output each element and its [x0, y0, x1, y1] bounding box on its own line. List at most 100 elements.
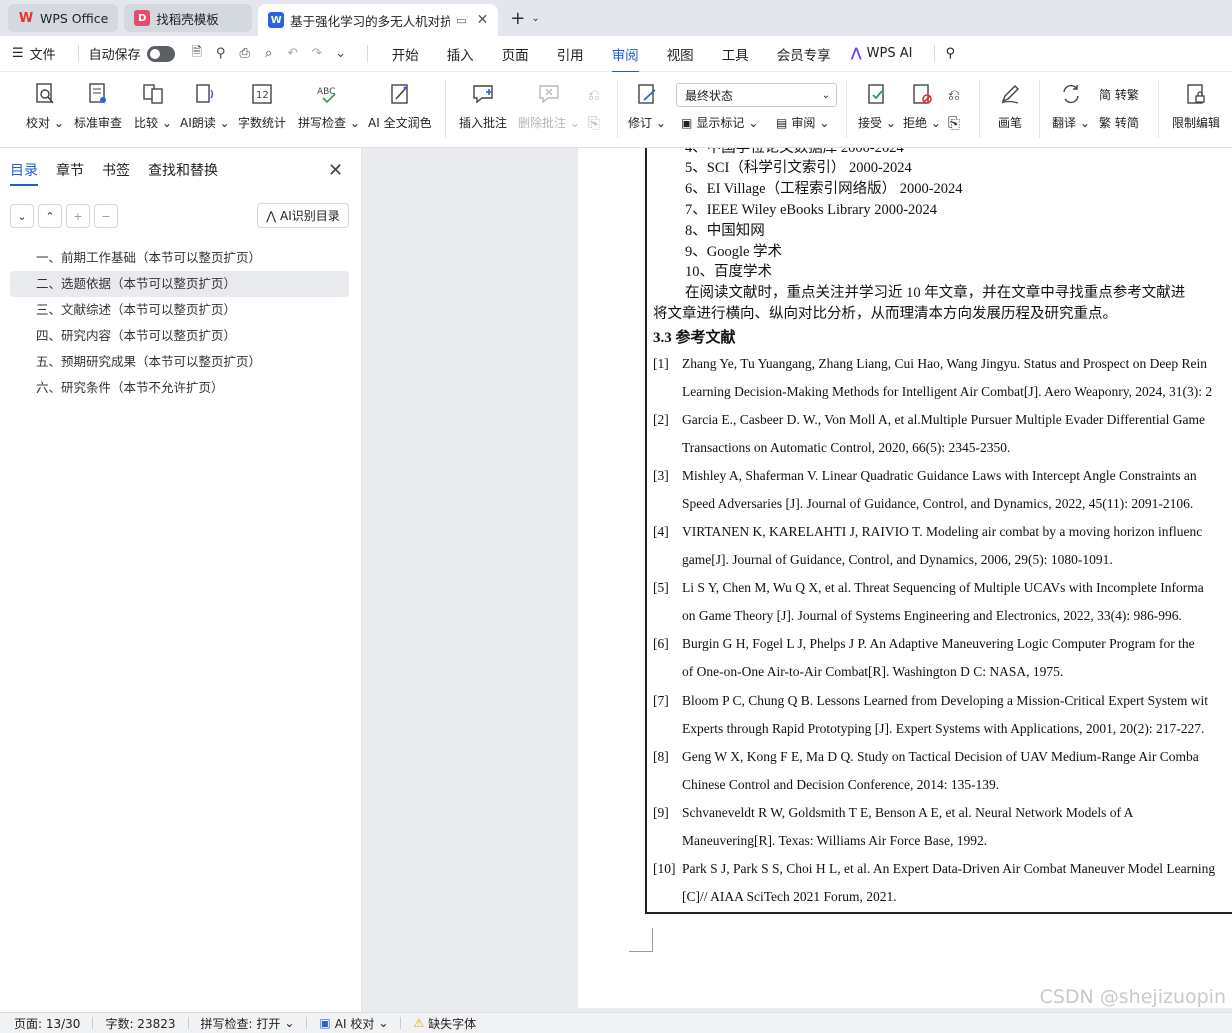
word-doc-icon: W	[268, 12, 285, 28]
nav-tab-chapters[interactable]: 章节	[56, 160, 84, 180]
hamburger-menu-icon[interactable]: ☰	[12, 46, 24, 61]
wps-ai-button[interactable]: ⋀ WPS AI	[851, 46, 913, 61]
tab-docer-templates[interactable]: D 找稻壳模板	[124, 4, 253, 32]
divider	[979, 80, 980, 138]
tab-view[interactable]: 视图	[667, 44, 694, 64]
to-simplified-button[interactable]: 繁 转简	[1099, 114, 1139, 131]
close-icon[interactable]: ✕	[328, 160, 343, 181]
print-icon[interactable]: ⎙	[237, 46, 253, 62]
previous-comment-icon[interactable]: ⎌	[588, 86, 600, 104]
compare-button[interactable]: 比较 ⌄	[134, 80, 172, 131]
toc-item-selected[interactable]: 二、选题依据（本节可以整页扩页）	[10, 271, 349, 297]
ai-read-button[interactable]: AI朗读 ⌄	[180, 80, 230, 131]
divider	[306, 1017, 308, 1029]
delete-comment-icon	[535, 80, 563, 108]
word-count-indicator[interactable]: 字数: 23823	[105, 1015, 175, 1032]
new-tab-button[interactable]: +	[510, 8, 525, 29]
paragraph-line: 将文章进行横向、纵向对比分析，从而理清本方向发展历程及研究重点。	[653, 306, 1117, 322]
save-icon[interactable]: 🗎	[189, 45, 205, 62]
restrict-edit-button[interactable]: 限制编辑	[1172, 80, 1220, 131]
tab-label: 找稻壳模板	[156, 11, 219, 27]
restrict-edit-label: 限制编辑	[1172, 116, 1221, 130]
divider	[445, 80, 446, 138]
toc-item[interactable]: 四、研究内容（本节可以整页扩页）	[10, 323, 349, 349]
delete-comment-button[interactable]: 删除批注 ⌄	[518, 80, 580, 131]
nav-tab-find-replace[interactable]: 查找和替换	[148, 160, 218, 180]
word-count-label: 字数统计	[238, 116, 287, 130]
nav-tab-bookmarks[interactable]: 书签	[102, 160, 130, 180]
track-changes-button[interactable]: 修订 ⌄	[628, 80, 666, 131]
proofread-button[interactable]: 校对 ⌄	[26, 80, 64, 131]
reference-text: Transactions on Automatic Control, 2020,…	[682, 440, 1011, 455]
reference-number: [10]	[653, 861, 676, 876]
to-traditional-button[interactable]: 简 转繁	[1099, 86, 1139, 103]
brush-button[interactable]: 画笔	[996, 80, 1024, 131]
reference-number: [9]	[653, 805, 669, 820]
document-canvas[interactable]: 4、中国学位论文数据库 2000-2024 5、SCI（科学引文索引） 2000…	[363, 148, 1232, 1012]
chevron-down-icon: ⌄	[821, 89, 830, 101]
remove-heading-icon[interactable]: −	[94, 204, 118, 228]
standard-review-button[interactable]: 标准审查	[74, 80, 122, 131]
wps-ai-icon: ⋀	[850, 46, 862, 61]
tab-wps-office[interactable]: W WPS Office	[8, 4, 119, 32]
next-comment-icon[interactable]: ⎘	[588, 114, 600, 132]
word-count-button[interactable]: 12 字数统计	[238, 80, 286, 131]
tab-page[interactable]: 页面	[502, 44, 529, 64]
svg-text:12: 12	[256, 90, 269, 101]
redo-icon[interactable]: ↷	[309, 46, 325, 62]
reference-text: Chinese Control and Decision Conference,…	[682, 777, 1000, 792]
nav-tab-toc[interactable]: 目录	[10, 160, 38, 186]
spell-check-status[interactable]: 拼写检查: 打开 ⌄	[201, 1015, 295, 1032]
expand-down-icon[interactable]: ⌄	[10, 204, 34, 228]
markup-state-select[interactable]: 最终状态 ⌄	[676, 83, 837, 107]
divider	[617, 80, 618, 138]
reference-text: of One-on-One Air-to-Air Combat[R]. Wash…	[682, 664, 1064, 679]
previous-change-icon[interactable]: ⎌	[948, 86, 960, 104]
more-chevron-icon[interactable]: ⌄	[333, 46, 349, 62]
tab-member[interactable]: 会员专享	[777, 44, 831, 64]
ai-polish-button[interactable]: AI 全文润色	[368, 80, 432, 131]
tab-references[interactable]: 引用	[557, 44, 584, 64]
tab-start[interactable]: 开始	[392, 44, 419, 64]
print-preview-icon[interactable]: ⌕	[261, 46, 277, 62]
add-heading-icon[interactable]: +	[66, 204, 90, 228]
db-line: 6、EI Village（工程索引网络版） 2000-2024	[685, 181, 963, 197]
spell-check-button[interactable]: ABC 拼写检查 ⌄	[298, 80, 360, 131]
tab-insert[interactable]: 插入	[447, 44, 474, 64]
reject-button[interactable]: 拒绝 ⌄	[903, 80, 941, 131]
spell-check-status-label: 拼写检查: 打开	[200, 1016, 281, 1031]
reference-text: Burgin G H, Fogel L J, Phelps J P. An Ad…	[682, 636, 1195, 651]
toc-item[interactable]: 六、研究条件（本节不允许扩页）	[10, 375, 349, 401]
next-change-icon[interactable]: ⎘	[948, 114, 960, 132]
toc-item[interactable]: 五、预期研究成果（本节可以整页扩页）	[10, 349, 349, 375]
divider	[77, 44, 79, 63]
tab-review[interactable]: 审阅	[611, 44, 639, 73]
chevron-down-icon[interactable]: ⌄	[531, 13, 539, 24]
accept-button[interactable]: 接受 ⌄	[858, 80, 896, 131]
missing-font-status[interactable]: ⚠ 缺失字体	[413, 1015, 476, 1032]
search-icon[interactable]: ⚲	[945, 46, 955, 61]
review-pane-button[interactable]: ▤ 审阅 ⌄	[776, 114, 829, 131]
toc-item[interactable]: 一、前期工作基础（本节可以整页扩页）	[10, 245, 349, 271]
collapse-up-icon[interactable]: ⌃	[38, 204, 62, 228]
pin-icon[interactable]: ⚲	[213, 46, 229, 62]
undo-icon[interactable]: ↶	[285, 46, 301, 62]
page-indicator[interactable]: 页面: 13/30	[14, 1015, 80, 1032]
reference-text: Bloom P C, Chung Q B. Lessons Learned fr…	[682, 693, 1208, 708]
proofread-label: 校对 ⌄	[26, 116, 64, 130]
insert-comment-button[interactable]: 插入批注	[459, 80, 507, 131]
ai-detect-toc-button[interactable]: ⋀ AI识别目录	[257, 203, 349, 228]
toc-item[interactable]: 三、文献综述（本节可以整页扩页）	[10, 297, 349, 323]
file-menu[interactable]: 文件	[30, 44, 56, 63]
tab-current-document[interactable]: W 基于强化学习的多无人机对抗 ▭ ✕	[258, 4, 499, 36]
show-markup-button[interactable]: ▣ 显示标记 ⌄	[681, 114, 758, 131]
ai-proof-status[interactable]: ▣ AI 校对 ⌄	[319, 1015, 388, 1032]
autosave-toggle[interactable]	[146, 45, 175, 62]
close-tab-icon[interactable]: ✕	[477, 12, 489, 28]
translate-button[interactable]: 翻译 ⌄	[1052, 80, 1090, 131]
tab-tools[interactable]: 工具	[722, 44, 749, 64]
document-page[interactable]: 4、中国学位论文数据库 2000-2024 5、SCI（科学引文索引） 2000…	[578, 148, 1232, 1008]
reference-number: [2]	[653, 412, 669, 427]
ai-proof-label: AI 校对	[334, 1016, 375, 1031]
title-tab-bar: W WPS Office D 找稻壳模板 W 基于强化学习的多无人机对抗 ▭ ✕…	[0, 0, 1232, 36]
